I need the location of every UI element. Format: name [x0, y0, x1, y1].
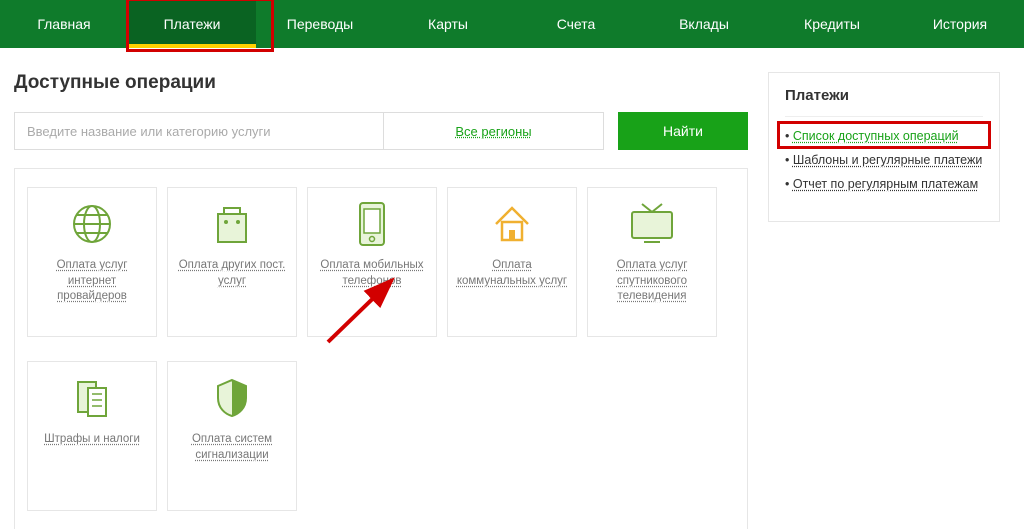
nav-credits[interactable]: Кредиты [768, 0, 896, 48]
phone-icon [348, 200, 396, 248]
category-label: Оплата услуг интернет провайдеров [34, 258, 150, 305]
category-other[interactable]: Оплата других пост. услуг [167, 187, 297, 337]
category-label: Оплата мобильных телефонов [314, 258, 430, 289]
category-tv[interactable]: Оплата услуг спутникового телевидения [587, 187, 717, 337]
shield-icon [208, 374, 256, 422]
nav-payments[interactable]: Платежи [128, 0, 256, 48]
nav-home[interactable]: Главная [0, 0, 128, 48]
category-fines[interactable]: Штрафы и налоги [27, 361, 157, 511]
nav-history[interactable]: История [896, 0, 1024, 48]
sidebar-title: Платежи [785, 87, 983, 117]
category-label: Оплата услуг спутникового телевидения [594, 258, 710, 305]
nav-accounts[interactable]: Счета [512, 0, 640, 48]
category-utilities[interactable]: Оплата коммунальных услуг [447, 187, 577, 337]
region-select[interactable]: Все регионы [384, 112, 604, 150]
category-label: Оплата систем сигнализации [174, 432, 290, 463]
category-grid: Оплата услуг интернет провайдеров Оплата… [14, 168, 748, 529]
category-mobile[interactable]: Оплата мобильных телефонов [307, 187, 437, 337]
search-input[interactable] [14, 112, 384, 150]
category-label: Оплата других пост. услуг [174, 258, 290, 289]
sidebar-link-templates[interactable]: Шаблоны и регулярные платежи [793, 153, 982, 167]
main-column: Доступные операции Все регионы Найти Опл… [14, 72, 748, 529]
category-label: Штрафы и налоги [44, 432, 140, 448]
house-icon [488, 200, 536, 248]
nav-deposits[interactable]: Вклады [640, 0, 768, 48]
main-nav: Главная Платежи Переводы Карты Счета Вкл… [0, 0, 1024, 48]
sidebar-link-report[interactable]: Отчет по регулярным платежам [793, 177, 978, 191]
category-label: Оплата коммунальных услуг [454, 258, 570, 289]
tv-icon [628, 200, 676, 248]
bag-icon [208, 200, 256, 248]
globe-icon [68, 200, 116, 248]
sidebar-link-operations[interactable]: Список доступных операций [793, 129, 959, 143]
nav-cards[interactable]: Карты [384, 0, 512, 48]
page-title: Доступные операции [14, 72, 748, 94]
category-internet[interactable]: Оплата услуг интернет провайдеров [27, 187, 157, 337]
category-alarm[interactable]: Оплата систем сигнализации [167, 361, 297, 511]
nav-transfers[interactable]: Переводы [256, 0, 384, 48]
receipt-icon [68, 374, 116, 422]
find-button[interactable]: Найти [618, 112, 748, 150]
sidebar: Платежи Список доступных операций Шаблон… [768, 72, 1000, 529]
